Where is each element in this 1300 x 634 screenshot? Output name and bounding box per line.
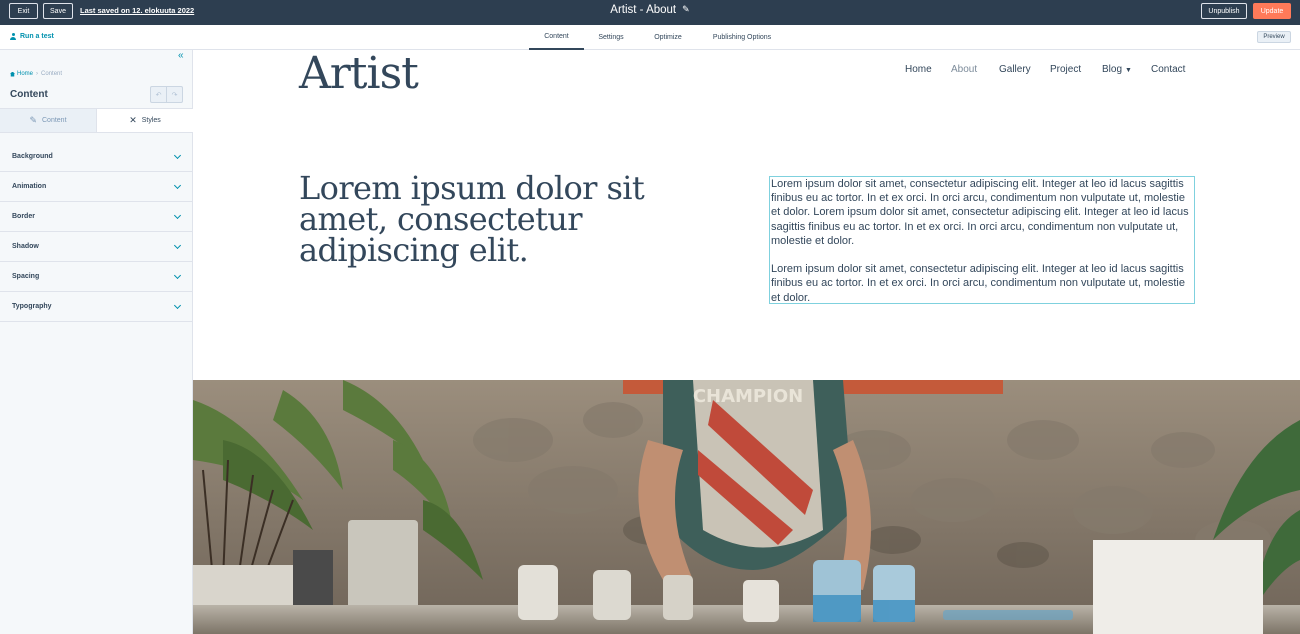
section-animation[interactable]: Animation [0, 172, 193, 202]
shirt-print-text: CHAMPION [693, 386, 803, 407]
run-a-test-label: Run a test [20, 33, 54, 40]
page-title-container: Artist - About ✎ [0, 4, 1300, 16]
unpublish-button[interactable]: Unpublish [1201, 3, 1247, 19]
caret-down-icon: ▼ [1125, 66, 1132, 74]
chevron-down-icon [173, 271, 182, 279]
page-preview: Artist Home About Gallery Project Blog ▼ … [193, 51, 1300, 634]
breadcrumb: Home › Content [10, 71, 62, 77]
sidebar-tab-content[interactable]: ✎ Content [0, 109, 97, 132]
section-spacing[interactable]: Spacing [0, 262, 193, 292]
artist-painting-photo: CHAMPION [193, 380, 1300, 634]
section-label: Background [12, 153, 53, 160]
tab-settings[interactable]: Settings [590, 25, 632, 50]
breadcrumb-separator-icon: › [36, 71, 39, 77]
hero-image[interactable]: CHAMPION [193, 380, 1300, 634]
rich-text-module[interactable]: Lorem ipsum dolor sit amet, consectetur … [769, 176, 1195, 304]
paragraph: Lorem ipsum dolor sit amet, consectetur … [771, 178, 1189, 247]
tab-publishing-options[interactable]: Publishing Options [704, 25, 780, 50]
site-nav-about[interactable]: About [951, 64, 977, 75]
chevron-down-icon [173, 301, 182, 309]
chevron-down-icon [173, 211, 182, 219]
chevron-down-icon [173, 151, 182, 159]
section-label: Animation [12, 183, 47, 190]
section-label: Spacing [12, 273, 40, 280]
sidebar-tab-content-label: Content [42, 117, 67, 124]
sidebar-tab-styles-label: Styles [141, 117, 161, 124]
styles-icon: ✕ [129, 115, 137, 125]
exit-button[interactable]: Exit [9, 3, 38, 19]
tab-optimize[interactable]: Optimize [645, 25, 691, 50]
section-background[interactable]: Background [0, 142, 193, 172]
run-a-test-link[interactable]: Run a test [10, 33, 54, 40]
section-label: Typography [12, 303, 52, 310]
breadcrumb-home-label: Home [17, 71, 34, 77]
person-icon [10, 33, 16, 40]
edit-title-pencil-icon[interactable]: ✎ [682, 4, 690, 15]
save-button[interactable]: Save [43, 3, 73, 19]
style-sections: Background Animation Border Shadow Spaci… [0, 142, 193, 322]
redo-icon[interactable]: ↷ [167, 87, 182, 102]
site-nav-blog-label: Blog [1102, 63, 1123, 75]
site-nav-project[interactable]: Project [1050, 64, 1081, 75]
site-nav-gallery[interactable]: Gallery [999, 64, 1031, 75]
site-logo[interactable]: Artist [299, 51, 419, 99]
section-typography[interactable]: Typography [0, 292, 193, 322]
chevron-down-icon [173, 241, 182, 249]
site-nav-contact[interactable]: Contact [1151, 64, 1185, 75]
section-label: Border [12, 213, 35, 220]
sidebar-title: Content [10, 89, 48, 100]
editor-subnav: Run a test Content Settings Optimize Pub… [0, 25, 1300, 50]
editor-top-bar: Exit Save Last saved on 12. elokuuta 202… [0, 0, 1300, 25]
page-title[interactable]: Artist - About [610, 4, 676, 16]
paragraph: Lorem ipsum dolor sit amet, consectetur … [771, 263, 1185, 304]
breadcrumb-home[interactable]: Home [10, 71, 33, 77]
undo-icon[interactable]: ↶ [151, 87, 167, 102]
sidebar: « Home › Content Content ↶ ↷ ✎ Content ✕… [0, 50, 193, 634]
hero-heading[interactable]: Lorem ipsum dolor sit amet, consectetur … [299, 172, 739, 266]
sidebar-tabs: ✎ Content ✕ Styles [0, 108, 193, 133]
section-shadow[interactable]: Shadow [0, 232, 193, 262]
section-label: Shadow [12, 243, 39, 250]
update-button[interactable]: Update [1253, 3, 1291, 19]
home-icon [10, 71, 15, 77]
site-nav-blog[interactable]: Blog ▼ [1102, 64, 1132, 75]
chevron-down-icon [173, 181, 182, 189]
breadcrumb-current: Content [41, 71, 63, 77]
section-border[interactable]: Border [0, 202, 193, 232]
site-nav-home[interactable]: Home [905, 64, 932, 75]
tab-content[interactable]: Content [529, 25, 584, 50]
sidebar-tab-styles[interactable]: ✕ Styles [97, 109, 193, 132]
last-saved-link[interactable]: Last saved on 12. elokuuta 2022 [80, 6, 194, 15]
preview-button[interactable]: Preview [1257, 31, 1291, 43]
pencil-icon: ✎ [29, 115, 37, 125]
collapse-sidebar-icon[interactable]: « [178, 50, 184, 62]
undo-redo-group: ↶ ↷ [150, 86, 183, 103]
